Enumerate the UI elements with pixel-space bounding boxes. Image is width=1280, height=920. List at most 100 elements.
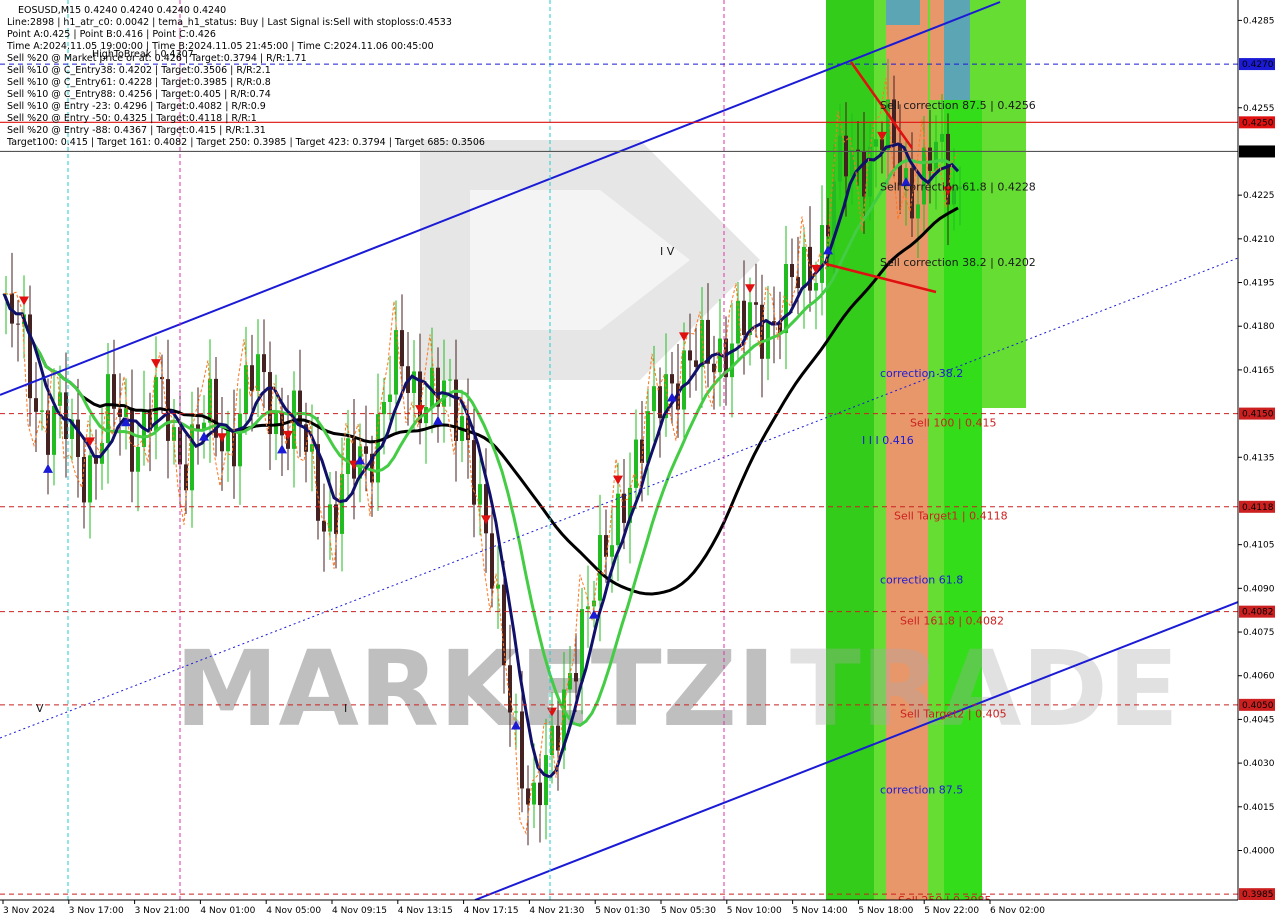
candle-body <box>556 725 560 751</box>
time-tick-label: 3 Nov 2024 <box>3 906 55 916</box>
candle-body <box>622 493 626 523</box>
candle-body <box>670 374 674 384</box>
candle-body <box>682 350 686 410</box>
zone-green-6 <box>982 0 1026 408</box>
candle-body <box>532 782 536 805</box>
candle-body <box>916 204 920 219</box>
candle-body <box>580 609 584 682</box>
time-tick-label: 5 Nov 01:30 <box>595 906 650 916</box>
candle-body <box>688 350 692 361</box>
price-badge-label: 0.4082 <box>1242 608 1274 618</box>
header-line-3: Time A:2024.11.05 19:00:00 | Time B:2024… <box>6 41 434 52</box>
header-line-5: Sell %10 @ C_Entry38: 0.4202 | Target:0.… <box>7 65 271 76</box>
price-tick-label: 0.4015 <box>1243 803 1275 813</box>
candle-body <box>652 386 656 412</box>
time-tick-label: 4 Nov 09:15 <box>332 906 387 916</box>
header-line-6: Sell %10 @ C_Entry61: 0.4228 | Target:0.… <box>7 77 271 88</box>
candle-body <box>484 484 488 534</box>
time-axis[interactable]: 3 Nov 2024 3 Nov 17:00 3 Nov 21:00 4 Nov 01… <box>0 899 1280 920</box>
price-badge-label: 0.3985 <box>1242 890 1274 900</box>
header-line-7: Sell %10 @ C_Entry88: 0.4256 | Target:0.… <box>7 89 271 100</box>
candle-body <box>448 379 452 381</box>
price-tick-label: 0.4255 <box>1243 104 1275 114</box>
candle-body <box>76 419 80 457</box>
candle-body <box>64 392 68 439</box>
price-tick-label: 0.4165 <box>1243 366 1275 376</box>
wave-label-v: V <box>36 702 44 715</box>
candle-body <box>262 354 266 373</box>
zone-green-4 <box>944 100 982 900</box>
price-badge-label: 0.4150 <box>1242 410 1274 420</box>
price-badge-label: 0.4240 <box>1242 147 1274 157</box>
candle-body <box>490 533 494 589</box>
candle-body <box>610 545 614 557</box>
candle-body <box>352 438 356 479</box>
time-tick-label: 4 Nov 17:15 <box>464 906 519 916</box>
time-tick-label: 4 Nov 05:00 <box>266 906 321 916</box>
zone-green-1 <box>826 0 874 900</box>
candle-body <box>46 410 50 455</box>
watermark-text-1: MARKETZI <box>175 628 776 750</box>
wave-label-i: I <box>344 702 347 715</box>
header-line-8: Sell %10 @ Entry -23: 0.4296 | Target:0.… <box>7 101 266 112</box>
level-label: Sell correction 87.5 | 0.4256 <box>880 99 1036 112</box>
price-tick-label: 0.4045 <box>1243 715 1275 725</box>
candle-body <box>34 398 38 412</box>
high-to-break-label: HighToBreak | 0.4307 <box>92 49 194 60</box>
candle-body <box>496 584 500 589</box>
level-label: Sell correction 38.2 | 0.4202 <box>880 256 1036 269</box>
candle-body <box>700 319 704 367</box>
price-tick-label: 0.4090 <box>1243 584 1275 594</box>
candle-body <box>238 413 242 467</box>
candle-body <box>394 330 398 395</box>
price-tick-label: 0.4285 <box>1243 16 1275 26</box>
price-tick-label: 0.4075 <box>1243 628 1275 638</box>
candle-body <box>328 504 332 532</box>
zone-salmon-2 <box>930 0 944 100</box>
candle-body <box>814 282 818 291</box>
level-label: Sell correction 61.8 | 0.4228 <box>880 180 1036 193</box>
candle-body <box>616 493 620 546</box>
header-line-1: Line:2898 | h1_atr_c0: 0.0042 | tema_h1_… <box>7 17 452 28</box>
candle-body <box>736 300 740 344</box>
level-label: Sell Target2 | 0.405 <box>900 708 1007 721</box>
price-badge-label: 0.4050 <box>1242 701 1274 711</box>
header-line-2: Point A:0.425 | Point B:0.416 | Point C:… <box>7 29 216 40</box>
level-label: Sell Target1 | 0.4118 <box>894 510 1008 523</box>
candle-body <box>838 135 842 182</box>
candle-body <box>742 300 746 336</box>
candle-body <box>538 782 542 806</box>
candle-body <box>16 323 20 325</box>
candle-body <box>412 371 416 393</box>
candle-body <box>136 446 140 472</box>
candle-body <box>364 446 368 454</box>
time-tick-label: 3 Nov 21:00 <box>135 906 190 916</box>
price-badge-label: 0.4270 <box>1242 60 1274 70</box>
candle-body <box>784 264 788 334</box>
candle-body <box>598 535 602 601</box>
watermark-text-2: TRADE <box>790 628 1179 750</box>
level-label: Sell 161.8 | 0.4082 <box>900 614 1004 627</box>
level-label: correction 38.2 <box>880 367 963 380</box>
time-tick-label: 3 Nov 17:00 <box>69 906 124 916</box>
time-tick-label: 5 Nov 05:30 <box>661 906 716 916</box>
price-axis[interactable]: 0.4285 0.4255 0.4225 0.4210 0.4195 0.4180 0.41… <box>1237 0 1280 920</box>
price-tick-label: 0.4225 <box>1243 191 1275 201</box>
time-tick-label: 5 Nov 18:00 <box>858 906 913 916</box>
header-line-10: Sell %20 @ Entry -88: 0.4367 | Target:0.… <box>7 125 266 136</box>
time-tick-label: 5 Nov 22:00 <box>924 906 979 916</box>
level-label: correction 61.8 <box>880 574 963 587</box>
price-tick-label: 0.4000 <box>1243 846 1275 856</box>
level-label: correction 87.5 <box>880 783 963 796</box>
candle-body <box>850 149 854 177</box>
candle-body <box>544 755 548 806</box>
time-tick-label: 5 Nov 10:00 <box>727 906 782 916</box>
price-chart[interactable]: MARKETZI TRADE Sell correction 87.5 | 0.… <box>0 0 1280 920</box>
candle-body <box>730 343 734 378</box>
price-badge-label: 0.4250 <box>1242 118 1274 128</box>
wave-label-iv: I V <box>660 245 675 258</box>
time-tick-label: 4 Nov 01:00 <box>200 906 255 916</box>
candle-body <box>400 330 404 367</box>
zone-green-5 <box>970 0 982 100</box>
candle-body <box>130 408 134 472</box>
